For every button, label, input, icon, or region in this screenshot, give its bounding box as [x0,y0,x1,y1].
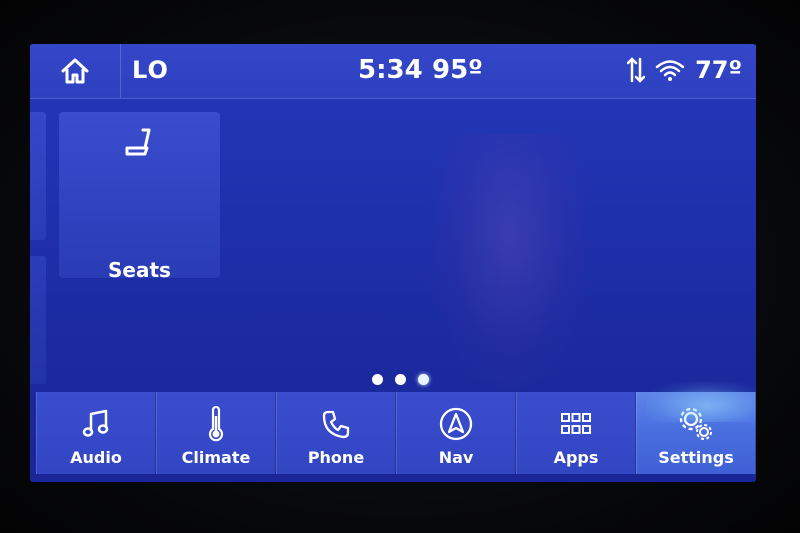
navigation-arrow-icon [439,407,473,441]
seats-tile[interactable]: Seats [59,112,220,282]
nav-apps-label: Apps [553,448,599,467]
cabin-temperature[interactable]: 95º [432,55,483,85]
nav-settings-label: Settings [658,448,734,467]
page-dot-active[interactable] [418,374,429,385]
page-dot[interactable] [372,374,383,385]
nav-climate-label: Climate [181,448,251,467]
offscreen-tile-bottom[interactable] [30,256,46,384]
music-note-icon [82,409,109,437]
outside-temperature: 77º [695,56,742,84]
nav-phone-label: Phone [307,448,365,467]
thermometer-icon [208,406,224,442]
bottom-nav-bar: Audio Climate Phone Nav Apps Settings [36,382,756,474]
fan-level-readout[interactable]: LO [132,56,169,84]
offscreen-tile-top[interactable] [30,112,46,240]
nav-audio[interactable]: Audio [36,392,156,474]
seats-tile-label: Seats [108,258,171,282]
apps-grid-icon [561,413,591,434]
status-bar: LO 5:34 95º 77º [30,44,756,99]
wifi-icon [655,60,685,81]
nav-apps[interactable]: Apps [516,392,636,474]
home-icon [61,58,89,84]
nav-navigation-label: Nav [438,448,474,467]
sort-arrows-icon [627,57,646,83]
seat-icon [125,128,151,156]
gears-icon [679,407,712,440]
nav-navigation[interactable]: Nav [396,392,516,474]
home-button[interactable] [30,44,121,98]
nav-settings[interactable]: Settings [636,382,756,474]
nav-audio-label: Audio [70,448,122,467]
phone-icon [322,410,350,439]
nav-climate[interactable]: Climate [156,392,276,474]
infotainment-screen: LO 5:34 95º 77º Seats Audio Climate Phon… [30,44,756,482]
page-dot[interactable] [395,374,406,385]
page-indicator[interactable] [372,374,429,385]
nav-phone[interactable]: Phone [276,392,396,474]
clock: 5:34 [358,55,423,85]
status-indicators: 77º [627,56,742,84]
